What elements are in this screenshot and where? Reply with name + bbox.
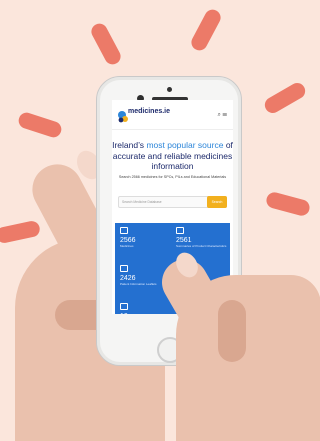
decorative-dash: [264, 190, 312, 218]
site-header: medicines.ie ⌕ ☰: [112, 100, 233, 130]
leaflet-icon: [120, 265, 128, 272]
header-actions: ⌕ ☰: [217, 112, 227, 119]
right-finger: [218, 300, 246, 362]
stat-value: 2566: [120, 237, 136, 244]
decorative-dash: [188, 6, 224, 54]
search-bar[interactable]: Search Medicine Database Search: [118, 196, 227, 208]
search-icon[interactable]: ⌕: [217, 112, 220, 118]
stat-value: 2426: [120, 275, 136, 282]
hero-title-pre: Ireland’s: [112, 140, 145, 150]
decorative-dash: [16, 110, 64, 140]
stat-value: 2561: [176, 237, 192, 244]
hero-subtitle: Search 2566 medicines for SPCs, PILs and…: [118, 175, 227, 179]
site-logo[interactable]: medicines.ie: [128, 108, 170, 115]
decorative-dash: [0, 219, 42, 245]
document-icon: [176, 227, 184, 234]
stat-label: Summaries of Product Characteristics: [176, 244, 227, 248]
decorative-dash: [88, 20, 124, 68]
stat-label: Medicines: [120, 244, 134, 248]
decorative-dash: [261, 80, 309, 116]
medicines-icon: [120, 227, 128, 234]
menu-icon[interactable]: ☰: [222, 112, 227, 118]
search-input[interactable]: Search Medicine Database: [122, 200, 162, 204]
hero-title-accent: most popular source: [146, 140, 224, 150]
stat-value: 10: [120, 313, 128, 314]
hero-title: Ireland’s most popular source of accurat…: [112, 140, 233, 172]
search-button[interactable]: Search: [207, 196, 227, 208]
other-icon: [120, 303, 128, 310]
phone-sensor: [167, 87, 172, 92]
